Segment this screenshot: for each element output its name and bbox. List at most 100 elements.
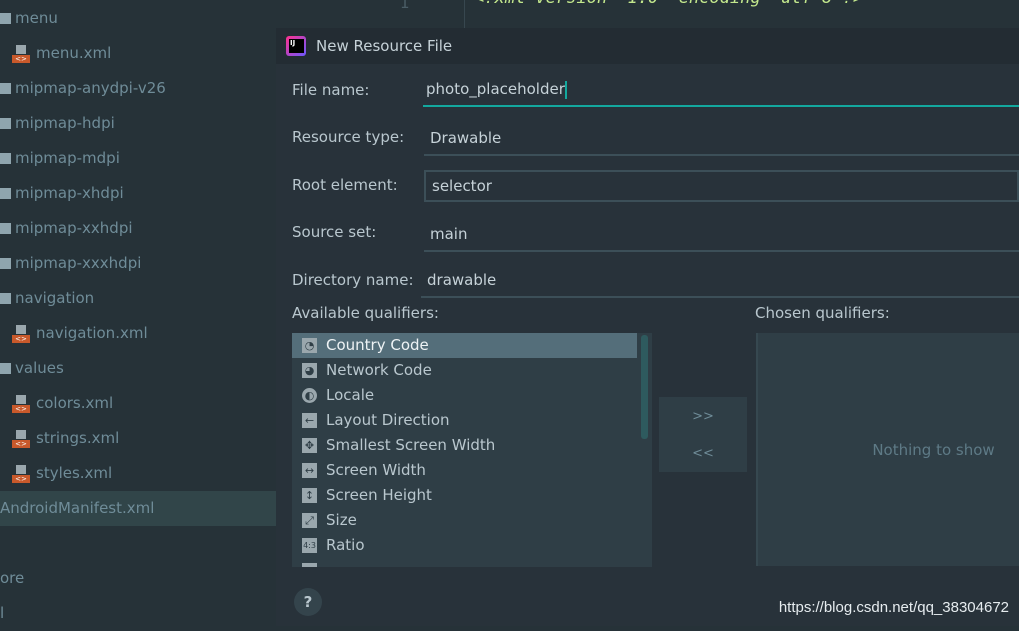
tree-item-label: mipmap-xxhdpi [15,219,133,237]
tree-item[interactable]: styles.xml [12,456,112,491]
tree-item[interactable]: ore [0,561,24,596]
tree-item[interactable]: strings.xml [12,421,119,456]
qualifier-item[interactable]: 4:3 Ratio [292,533,652,558]
xml-file-icon [12,324,30,343]
tree-item[interactable]: menu [0,1,58,36]
text-caret [564,80,567,99]
qualifier-label: Screen Width [326,461,426,479]
file-name-value: photo_placeholder [426,80,565,98]
new-resource-file-dialog: New Resource File File name: photo_place… [276,28,1019,626]
qualifier-label: Layout Direction [326,411,450,429]
qualifier-label: Network Code [326,361,432,379]
tree-item-label: navigation [15,289,95,307]
source-set-select[interactable]: main [424,218,1019,252]
tree-item-label: menu [15,9,58,27]
source-set-label: Source set: [292,223,377,241]
line-number: 1 [392,0,465,30]
add-qualifier-button[interactable]: >> [659,397,747,434]
qualifier-item[interactable]: ◐ Locale [292,383,652,408]
move-buttons: >> << [659,397,747,472]
qualifier-item[interactable]: ◕ Network Code [292,358,652,383]
directory-name-input[interactable]: drawable [421,264,1019,298]
tree-item-label: strings.xml [36,429,120,447]
tree-item[interactable]: colors.xml [12,386,113,421]
qualifier-item[interactable]: ◔ Country Code [292,333,637,358]
tree-item[interactable]: mipmap-xxhdpi [0,211,133,246]
dialog-title-bar: New Resource File [276,28,1019,64]
tree-item-label: styles.xml [36,464,113,482]
qualifier-label: Size [326,511,357,529]
project-tree: menu menu.xml mipmap-anydpi-v26 mipmap-hdpi… [0,0,276,626]
tree-item-label: l [0,604,5,622]
folder-icon [0,153,11,164]
tree-item[interactable]: mipmap-mdpi [0,141,120,176]
intellij-logo-icon [286,36,306,56]
tree-item[interactable]: navigation [0,281,95,316]
xml-file-icon [12,394,30,413]
tree-item[interactable]: navigation.xml [12,316,148,351]
tree-item[interactable]: values [0,351,64,386]
tree-item-label: mipmap-anydpi-v26 [15,79,166,97]
qualifier-label: Country Code [326,336,429,354]
xml-file-icon [12,44,30,63]
folder-icon [0,293,11,304]
qualifier-item[interactable]: ↕ Screen Height [292,483,652,508]
available-qualifiers-list[interactable]: ◔ Country Code ◕ Network Code ◐ Locale ← Layout… [292,333,652,567]
tree-item-label: mipmap-xhdpi [15,184,124,202]
folder-icon [0,363,11,374]
folder-icon [0,118,11,129]
tree-item-label: AndroidManifest.xml [0,499,155,517]
code-line[interactable]: <?xml version="1.0" encoding="utf-8"?> [474,0,863,8]
folder-icon [0,13,11,24]
watermark: https://blog.csdn.net/qq_38304672 [778,599,1009,616]
folder-icon [0,83,11,94]
directory-name-label: Directory name: [292,271,414,289]
dialog-title: New Resource File [316,37,453,55]
tree-item-label: colors.xml [36,394,114,412]
vertical-arrows-icon: ↕ [302,488,317,503]
tree-item[interactable]: mipmap-xhdpi [0,176,124,211]
resource-type-select[interactable]: Drawable [424,122,1019,156]
tree-item-label: values [15,359,64,377]
horizontal-arrows-icon: ↔ [302,463,317,478]
remove-qualifier-button[interactable]: << [659,434,747,471]
layout-direction-icon: ← [302,413,317,428]
tree-item[interactable]: AndroidManifest.xml [0,491,276,526]
qualifier-label: Locale [326,386,375,404]
qualifier-icon [302,563,317,567]
tree-item-label: mipmap-xxxhdpi [15,254,142,272]
qualifier-label: Screen Height [326,486,432,504]
ratio-icon: 4:3 [302,538,317,553]
scrollbar[interactable] [641,335,648,439]
file-name-label: File name: [292,81,370,99]
qualifier-item[interactable] [292,558,652,567]
root-element-label: Root element: [292,176,398,194]
root-element-input[interactable]: selector [424,170,1019,202]
tree-item[interactable]: mipmap-xxxhdpi [0,246,142,281]
tree-item[interactable]: mipmap-anydpi-v26 [0,71,166,106]
tree-item[interactable]: mipmap-hdpi [0,106,115,141]
folder-icon [0,223,11,234]
file-name-input[interactable]: photo_placeholder [423,73,1019,107]
qualifier-item[interactable]: ⤢ Size [292,508,652,533]
qualifier-label: Ratio [326,536,365,554]
qualifier-item[interactable]: ✥ Smallest Screen Width [292,433,652,458]
resource-type-label: Resource type: [292,128,405,146]
chosen-qualifiers-list[interactable]: Nothing to show [756,333,1019,566]
move-icon: ✥ [302,438,317,453]
network-code-icon: ◕ [302,363,317,378]
country-code-icon: ◔ [302,338,317,353]
qualifier-item[interactable]: ← Layout Direction [292,408,652,433]
tree-item[interactable]: menu.xml [12,36,111,71]
xml-file-icon [12,429,30,448]
help-button[interactable]: ? [294,588,322,616]
globe-icon: ◐ [302,388,317,403]
xml-file-icon [12,464,30,483]
code-editor[interactable]: 1 <?xml version="1.0" encoding="utf-8"?> [392,0,1019,30]
qualifier-item[interactable]: ↔ Screen Width [292,458,652,483]
qualifier-label: Smallest Screen Width [326,436,496,454]
chosen-qualifiers-label: Chosen qualifiers: [755,304,890,322]
available-qualifiers-label: Available qualifiers: [292,304,439,322]
folder-icon [0,188,11,199]
tree-item-label: navigation.xml [36,324,148,342]
